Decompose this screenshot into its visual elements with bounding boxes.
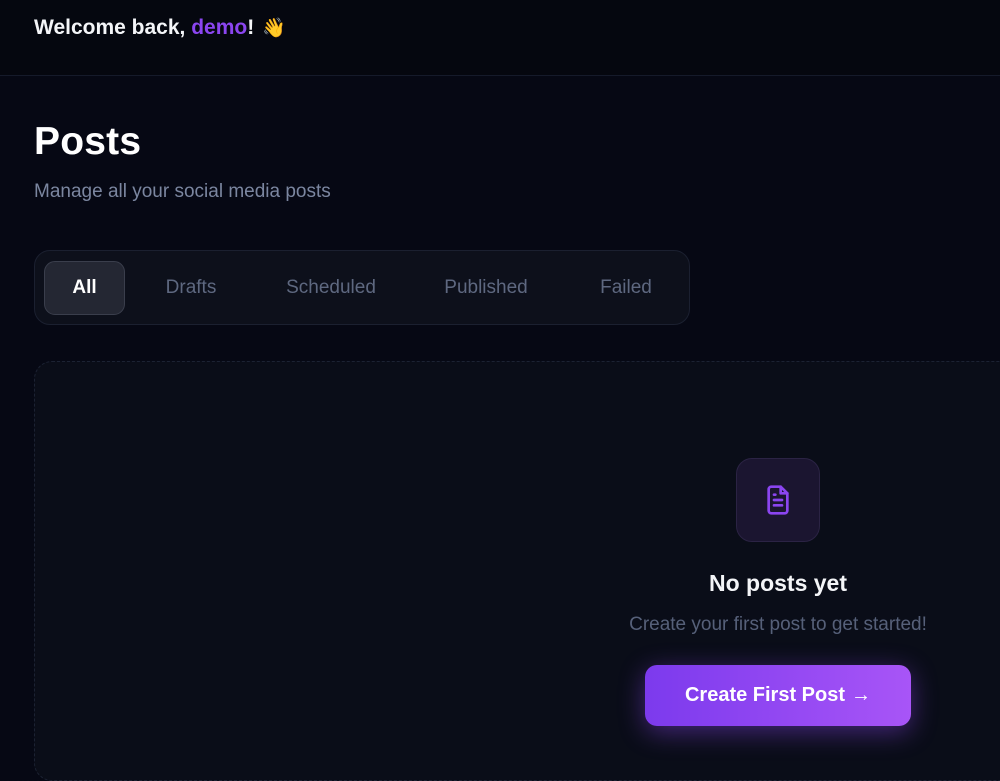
tab-scheduled[interactable]: Scheduled bbox=[261, 261, 401, 315]
empty-state-icon-box bbox=[736, 458, 820, 542]
tab-published[interactable]: Published bbox=[421, 261, 551, 315]
post-filter-tabs: All Drafts Scheduled Published Failed bbox=[34, 250, 690, 325]
tab-drafts[interactable]: Drafts bbox=[141, 261, 241, 315]
empty-state-title: No posts yet bbox=[708, 570, 848, 596]
top-bar: Welcome back, demo! 👋 bbox=[0, 0, 1000, 76]
create-first-post-label: Create First Post bbox=[684, 684, 846, 706]
document-icon bbox=[767, 485, 789, 515]
arrow-right-icon: → bbox=[851, 684, 872, 706]
welcome-message: Welcome back, demo! 👋 bbox=[34, 16, 286, 40]
username: demo bbox=[191, 16, 248, 39]
page-title: Posts bbox=[34, 120, 142, 163]
tab-failed[interactable]: Failed bbox=[571, 261, 681, 315]
empty-state-text: Create your first post to get started! bbox=[629, 614, 927, 635]
wave-icon: 👋 bbox=[262, 18, 286, 39]
welcome-suffix: ! bbox=[247, 16, 255, 39]
create-first-post-button[interactable]: Create First Post → bbox=[645, 665, 911, 726]
welcome-prefix: Welcome back, bbox=[34, 16, 192, 39]
page-subtitle: Manage all your social media posts bbox=[34, 181, 331, 202]
tab-all[interactable]: All bbox=[44, 261, 125, 315]
